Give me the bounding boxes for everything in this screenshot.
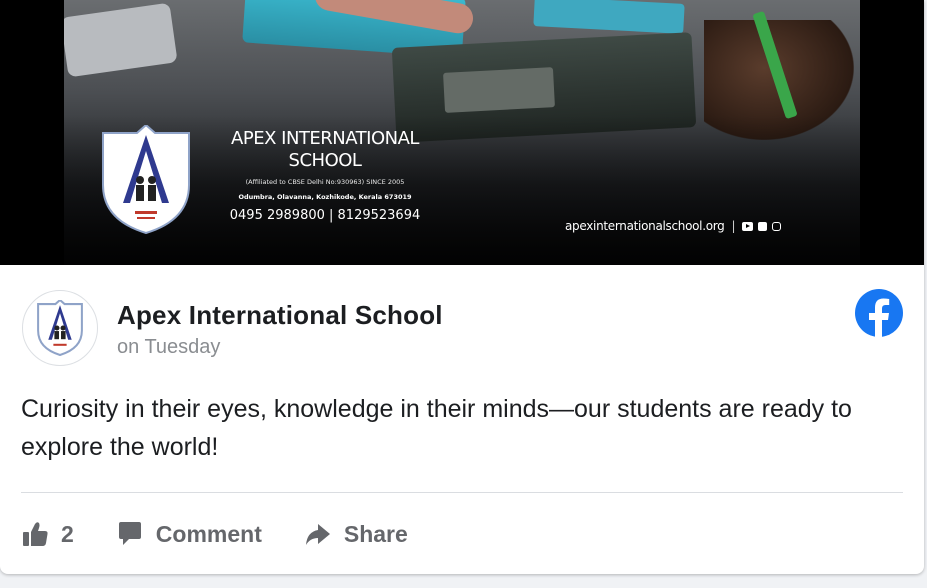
banner-school-name: APEX INTERNATIONAL SCHOOL (200, 128, 450, 172)
comment-label: Comment (155, 520, 262, 547)
banner-website: apexinternationalschool.org (565, 219, 725, 233)
post-message: Curiosity in their eyes, knowledge in th… (21, 395, 852, 461)
facebook-logo-icon[interactable] (855, 289, 903, 337)
post-timestamp[interactable]: on Tuesday (117, 334, 220, 360)
share-arrow-icon (305, 524, 330, 545)
instagram-icon (772, 221, 782, 231)
banner-affiliation: (Affiliated to CBSE Delhi No:930963) SIN… (245, 178, 405, 186)
like-button[interactable]: 2 (21, 520, 74, 548)
banner-school-name-line2: SCHOOL (288, 150, 362, 171)
comment-button[interactable]: Comment (116, 520, 262, 548)
post-action-bar: 2 Comment Share (21, 512, 408, 556)
page-avatar[interactable] (22, 290, 98, 366)
facebook-post-card: APEX INTERNATIONAL SCHOOL (Affiliated to… (0, 0, 924, 574)
banner-address: Odumbra, Olavanna, Kozhikode, Kerala 673… (238, 193, 412, 201)
youtube-icon (742, 221, 754, 231)
banner-website-row: apexinternationalschool.org | (565, 217, 782, 235)
share-label: Share (343, 520, 408, 547)
banner-phone-numbers: 0495 2989800 | 8129523694 (229, 208, 421, 223)
banner-school-name-line1: APEX INTERNATIONAL (231, 128, 419, 149)
share-button[interactable]: Share (304, 520, 408, 548)
school-crest-logo (102, 125, 190, 235)
thumbs-up-icon (23, 522, 48, 546)
comment-bubble-icon (118, 522, 141, 545)
banner-separator: | (731, 219, 736, 233)
like-count: 2 (61, 520, 74, 547)
post-image[interactable]: APEX INTERNATIONAL SCHOOL (Affiliated to… (0, 0, 924, 265)
page-name-link[interactable]: Apex International School (117, 299, 443, 331)
school-crest-avatar-icon (37, 300, 83, 356)
facebook-icon (758, 221, 768, 231)
divider (21, 492, 903, 493)
